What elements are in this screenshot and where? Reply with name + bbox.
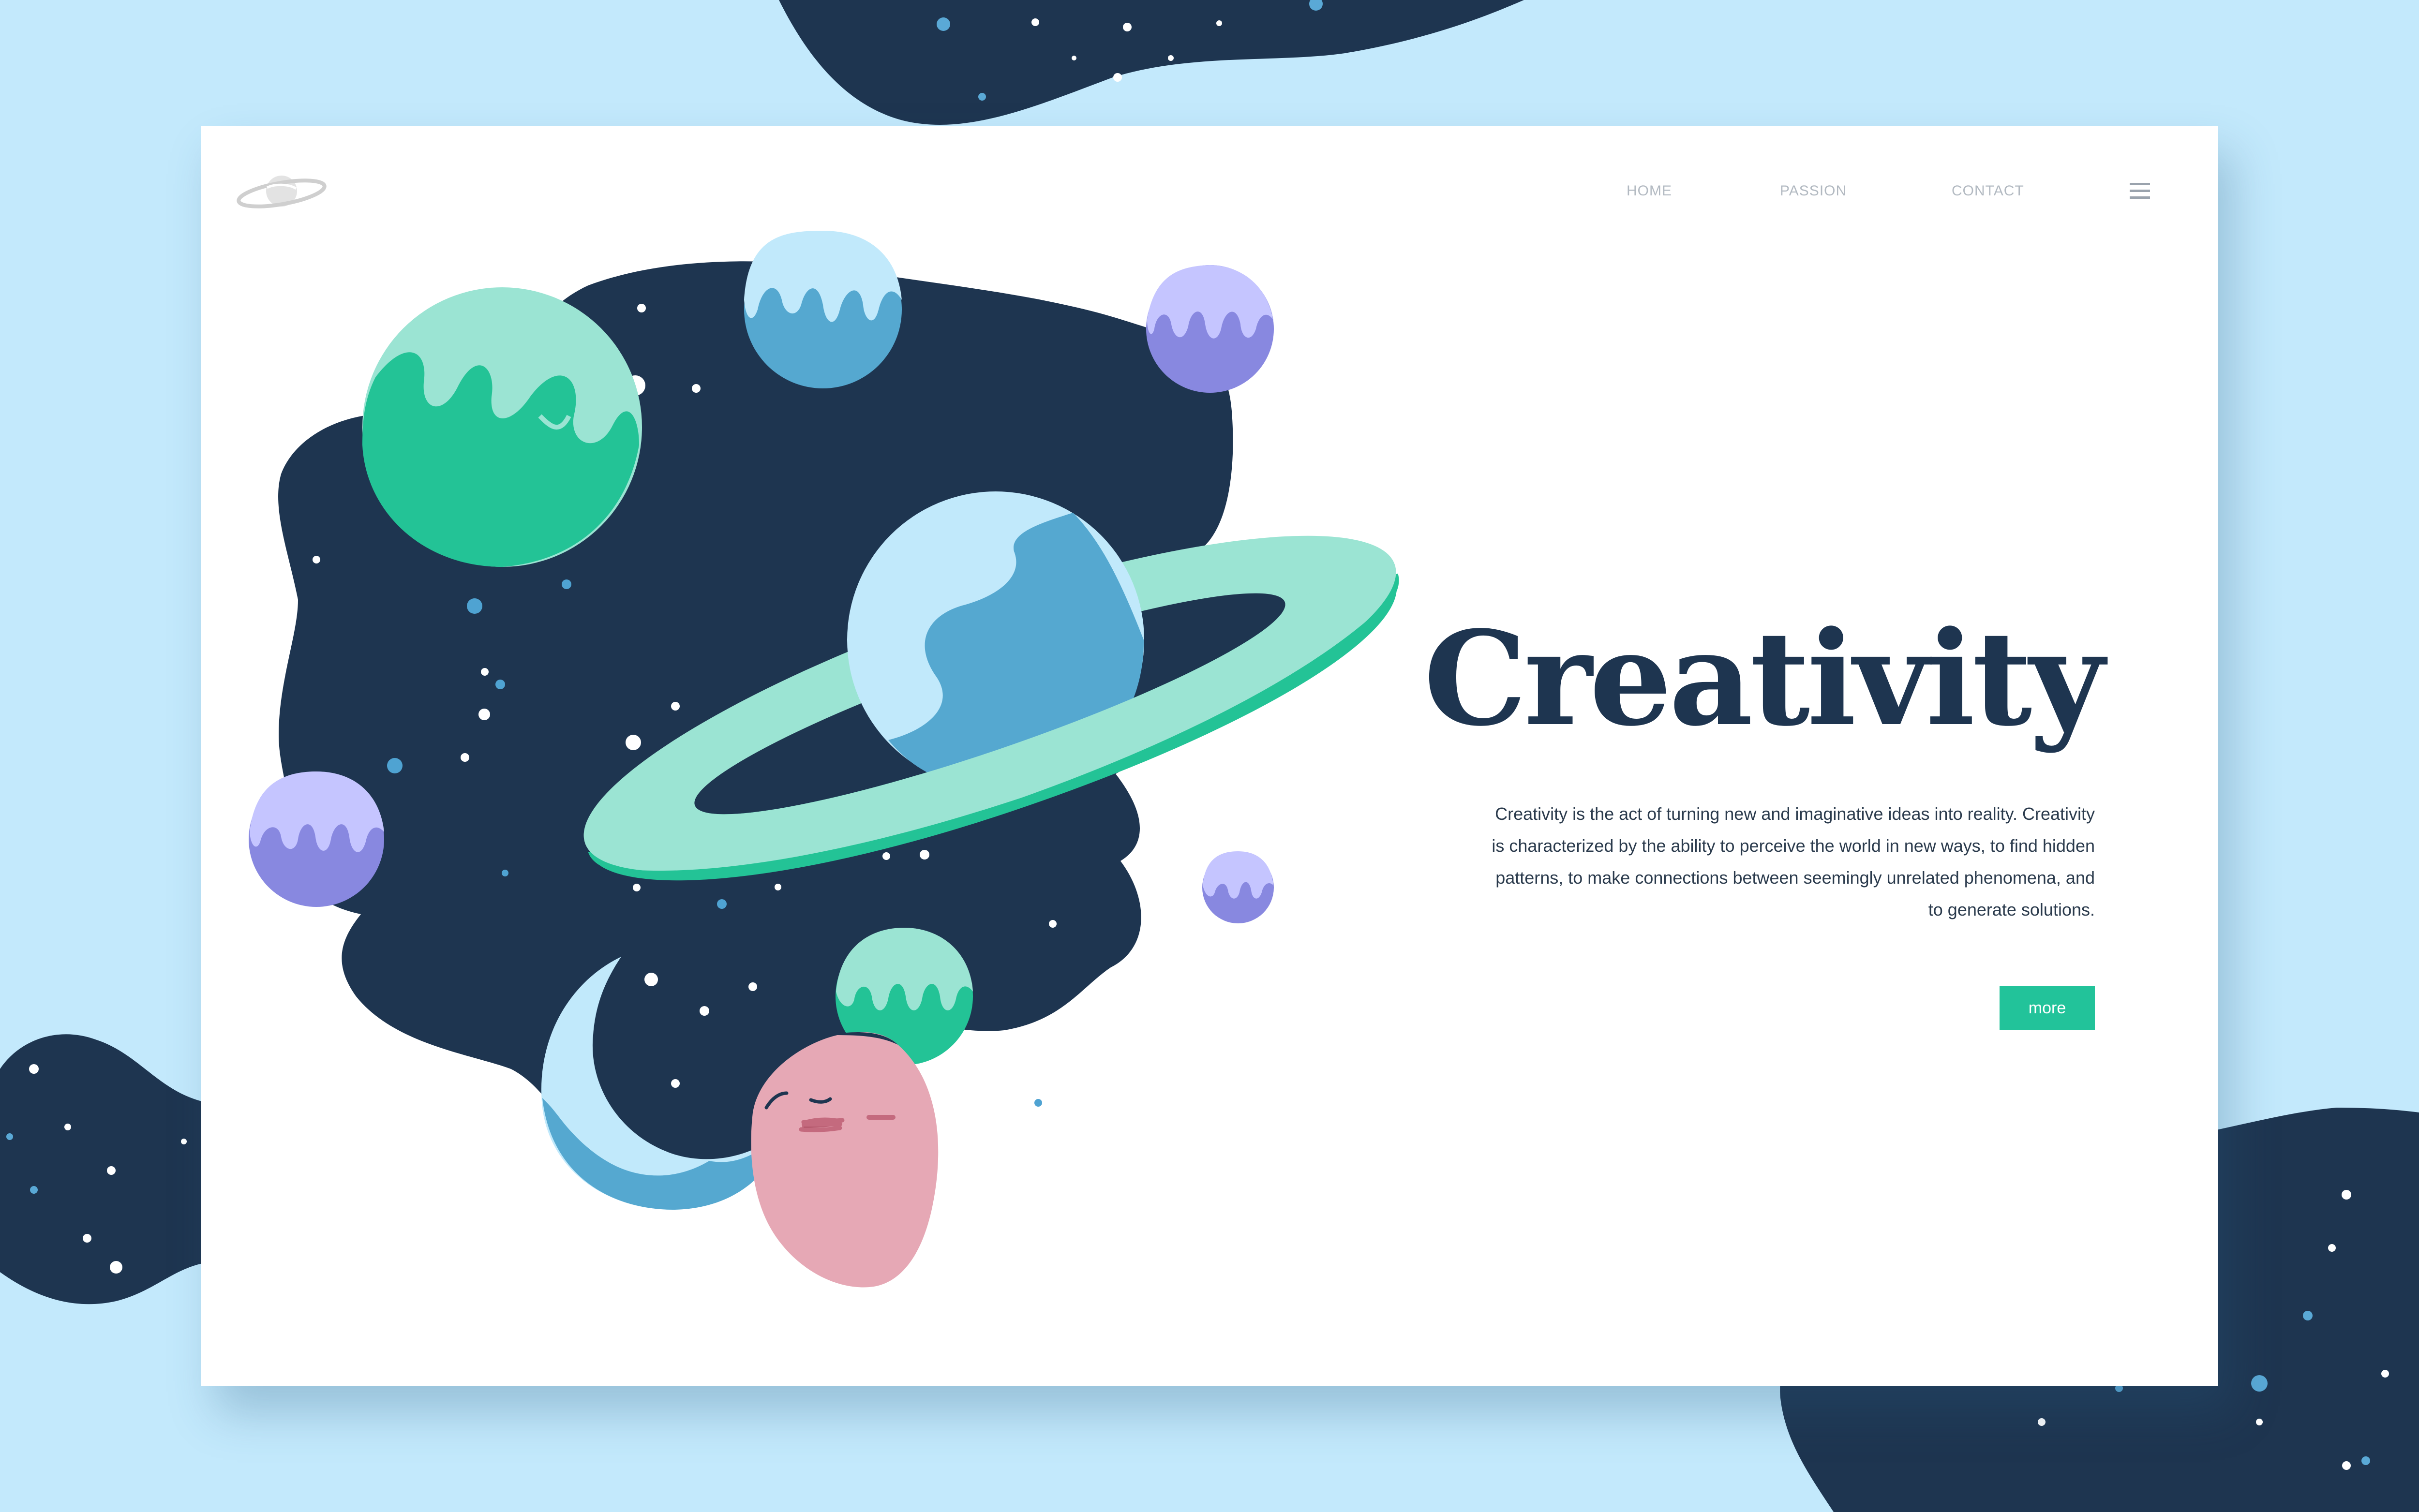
purple-planet-small xyxy=(1202,851,1274,923)
top-space-blob xyxy=(779,0,1524,125)
nav-home-link[interactable]: HOME xyxy=(1627,183,1672,199)
purple-planet-top xyxy=(1146,265,1274,393)
mint-planet xyxy=(362,287,642,567)
nav-passion-link[interactable]: PASSION xyxy=(1780,183,1847,199)
main-navigation: HOME PASSION CONTACT xyxy=(201,183,2218,212)
blue-planet-small xyxy=(744,231,902,388)
purple-planet-left xyxy=(249,771,384,907)
hamburger-menu-icon[interactable] xyxy=(2130,183,2150,199)
hero-illustration xyxy=(249,204,2218,1288)
hero-description: Creativity is the act of turning new and… xyxy=(1492,804,2095,919)
hero-title: Creativity xyxy=(1423,603,2105,755)
more-button[interactable]: more xyxy=(2000,986,2095,1030)
nav-contact-link[interactable]: CONTACT xyxy=(1952,183,2024,199)
landing-page-card: HOME PASSION CONTACT Creativity Creativi… xyxy=(201,126,2218,1386)
left-space-blob xyxy=(0,1034,208,1304)
woman-face xyxy=(751,1032,939,1288)
